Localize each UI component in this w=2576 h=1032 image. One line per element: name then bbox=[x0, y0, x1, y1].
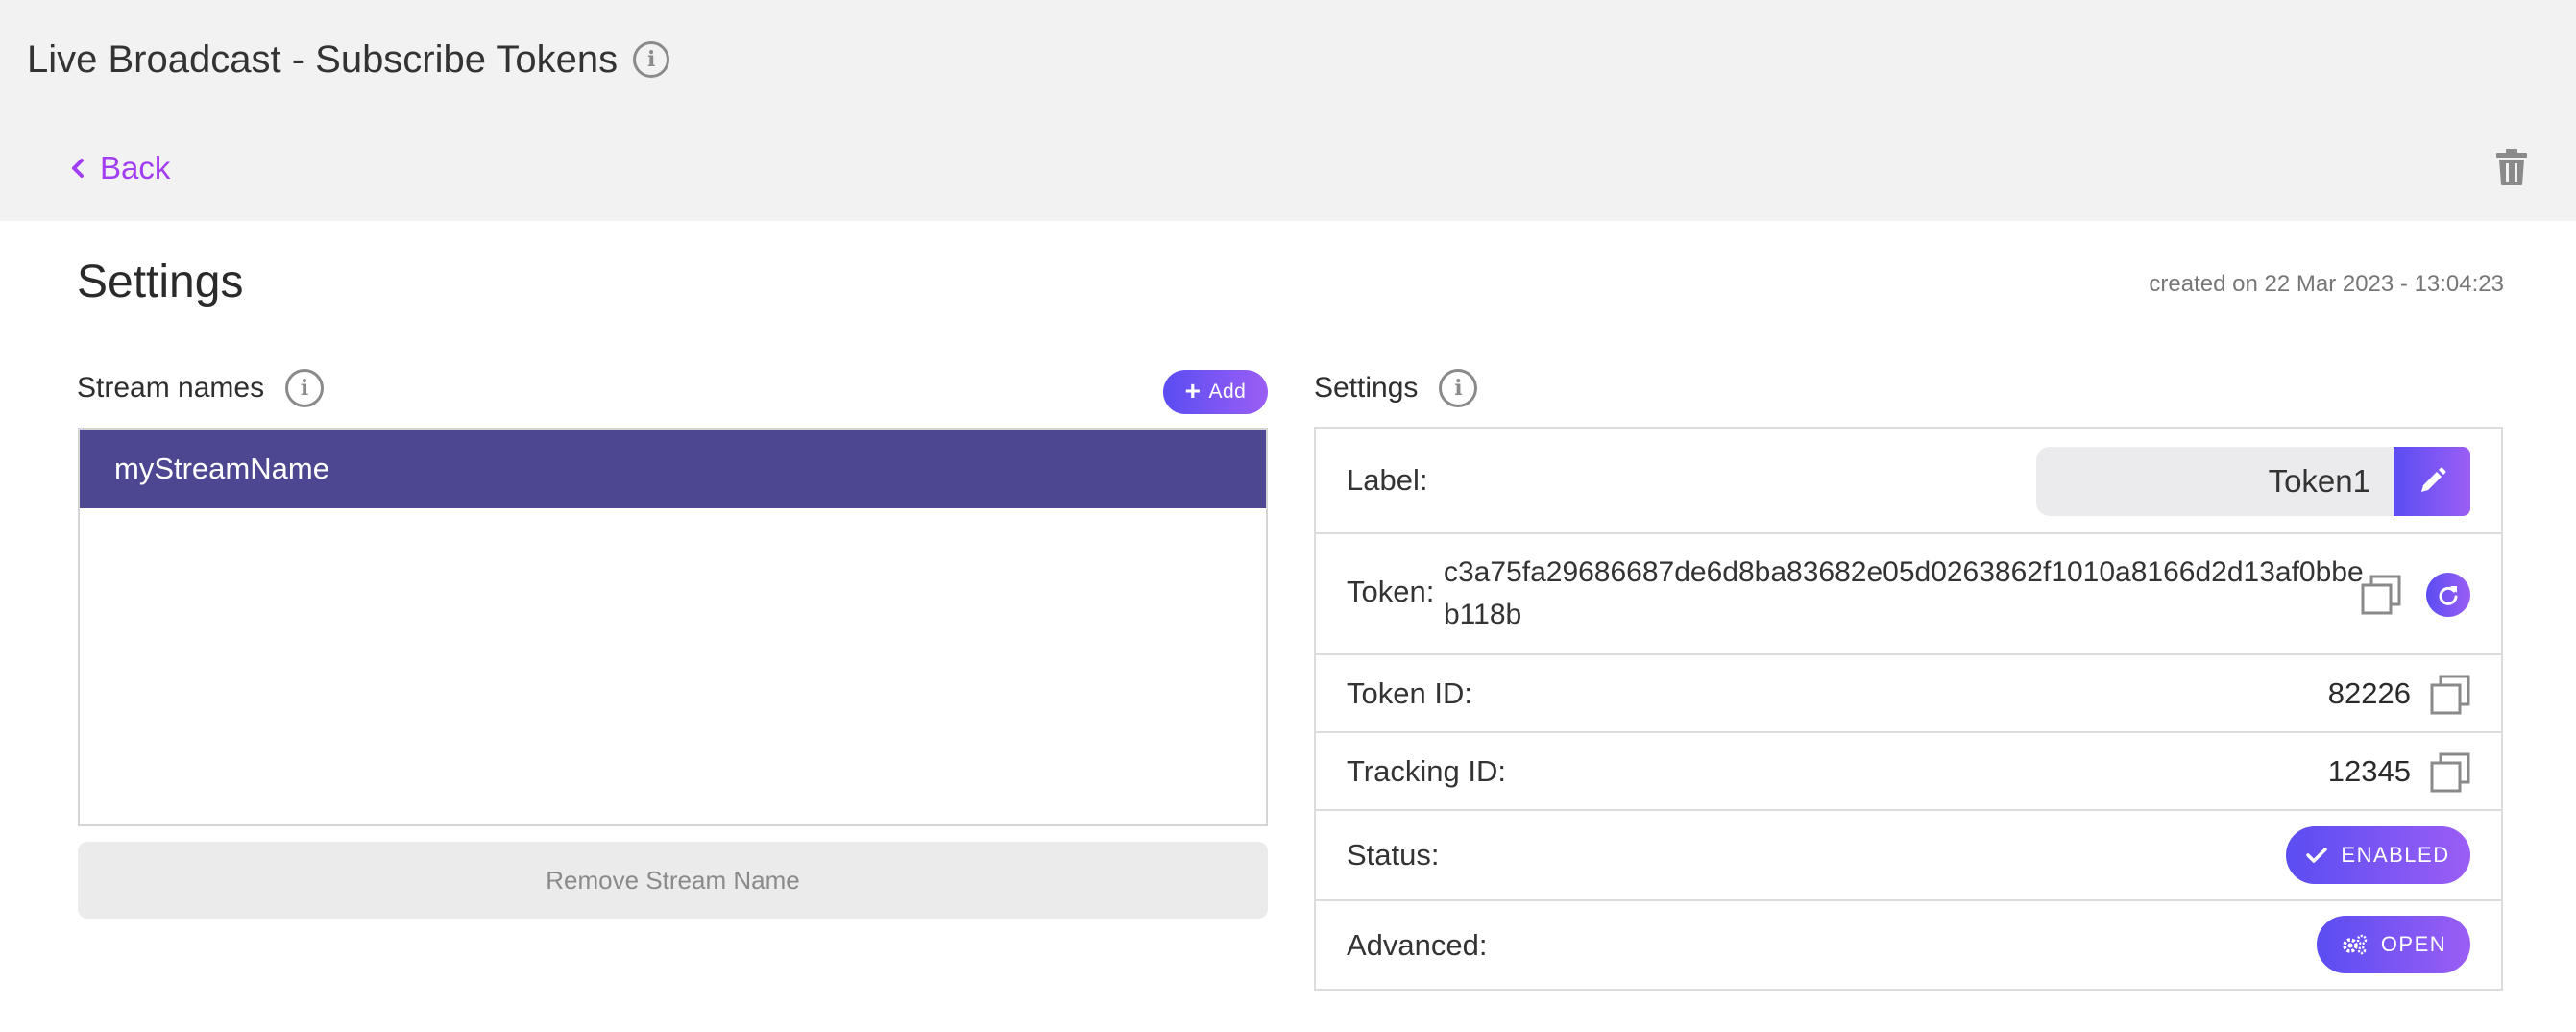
settings-header: Settings i bbox=[1314, 369, 1478, 407]
status-label: Status: bbox=[1347, 838, 1440, 872]
page-title: Live Broadcast - Subscribe Tokens bbox=[27, 37, 619, 81]
label-row: Label: Token1 bbox=[1316, 429, 2501, 534]
back-label: Back bbox=[100, 150, 171, 185]
gears-icon bbox=[2343, 934, 2368, 955]
info-icon[interactable]: i bbox=[1439, 369, 1478, 407]
pencil-icon bbox=[2421, 467, 2446, 492]
copy-icon[interactable] bbox=[2430, 675, 2470, 715]
page-title-row: Live Broadcast - Subscribe Tokens i bbox=[27, 29, 670, 90]
add-stream-button[interactable]: + Add bbox=[1163, 370, 1268, 414]
tracking-id-value: 12345 bbox=[2327, 753, 2411, 788]
advanced-open-button[interactable]: OPEN bbox=[2317, 916, 2470, 973]
remove-label: Remove Stream Name bbox=[546, 865, 800, 895]
copy-icon[interactable] bbox=[2361, 575, 2401, 615]
stream-name-label: myStreamName bbox=[114, 452, 329, 485]
tracking-id-label: Tracking ID: bbox=[1347, 753, 1506, 788]
token-row: Token: c3a75fa29686687de6d8ba83682e05d02… bbox=[1316, 534, 2501, 655]
advanced-label: Advanced: bbox=[1347, 927, 1488, 962]
advanced-value: OPEN bbox=[2380, 932, 2447, 956]
plus-icon: + bbox=[1184, 375, 1202, 405]
token-value: c3a75fa29686687de6d8ba83682e05d0263862f1… bbox=[1444, 556, 2364, 630]
created-timestamp: created on 22 Mar 2023 - 13:04:23 bbox=[2149, 271, 2504, 297]
check-icon bbox=[2306, 848, 2328, 863]
status-row: Status: ENABLED bbox=[1316, 811, 2501, 901]
advanced-row: Advanced: OPEN bbox=[1316, 901, 2501, 989]
stream-names-list: myStreamName bbox=[78, 428, 1268, 826]
label-input-group: Token1 bbox=[2036, 447, 2470, 516]
add-label: Add bbox=[1208, 381, 1247, 403]
remove-stream-name-button[interactable]: Remove Stream Name bbox=[78, 842, 1268, 919]
token-field-label: Token: bbox=[1347, 575, 1435, 608]
info-icon[interactable]: i bbox=[633, 41, 670, 78]
token-id-value: 82226 bbox=[2327, 676, 2411, 710]
tracking-id-row: Tracking ID: 12345 bbox=[1316, 733, 2501, 811]
settings-card: Label: Token1 Token: c3a75fa29686687de6d… bbox=[1314, 427, 2503, 991]
back-button[interactable]: Back bbox=[69, 150, 170, 186]
token-id-row: Token ID: 82226 bbox=[1316, 655, 2501, 733]
edit-label-button[interactable] bbox=[2394, 447, 2470, 516]
refresh-icon bbox=[2439, 586, 2458, 605]
status-value: ENABLED bbox=[2341, 843, 2450, 867]
info-icon[interactable]: i bbox=[285, 369, 325, 407]
settings-title: Settings bbox=[1314, 372, 1419, 404]
section-title: Settings bbox=[77, 257, 244, 307]
regenerate-token-button[interactable] bbox=[2426, 573, 2470, 617]
list-item[interactable]: myStreamName bbox=[80, 430, 1266, 508]
label-field-label: Label: bbox=[1347, 463, 1428, 497]
stream-names-header: Stream names i bbox=[77, 369, 325, 407]
status-toggle-button[interactable]: ENABLED bbox=[2286, 826, 2470, 884]
stream-names-title: Stream names bbox=[77, 372, 265, 404]
chevron-left-icon bbox=[72, 159, 84, 178]
trash-icon[interactable] bbox=[2495, 148, 2528, 186]
copy-icon[interactable] bbox=[2430, 752, 2470, 793]
label-field[interactable]: Token1 bbox=[2036, 447, 2394, 516]
token-id-label: Token ID: bbox=[1347, 676, 1472, 710]
